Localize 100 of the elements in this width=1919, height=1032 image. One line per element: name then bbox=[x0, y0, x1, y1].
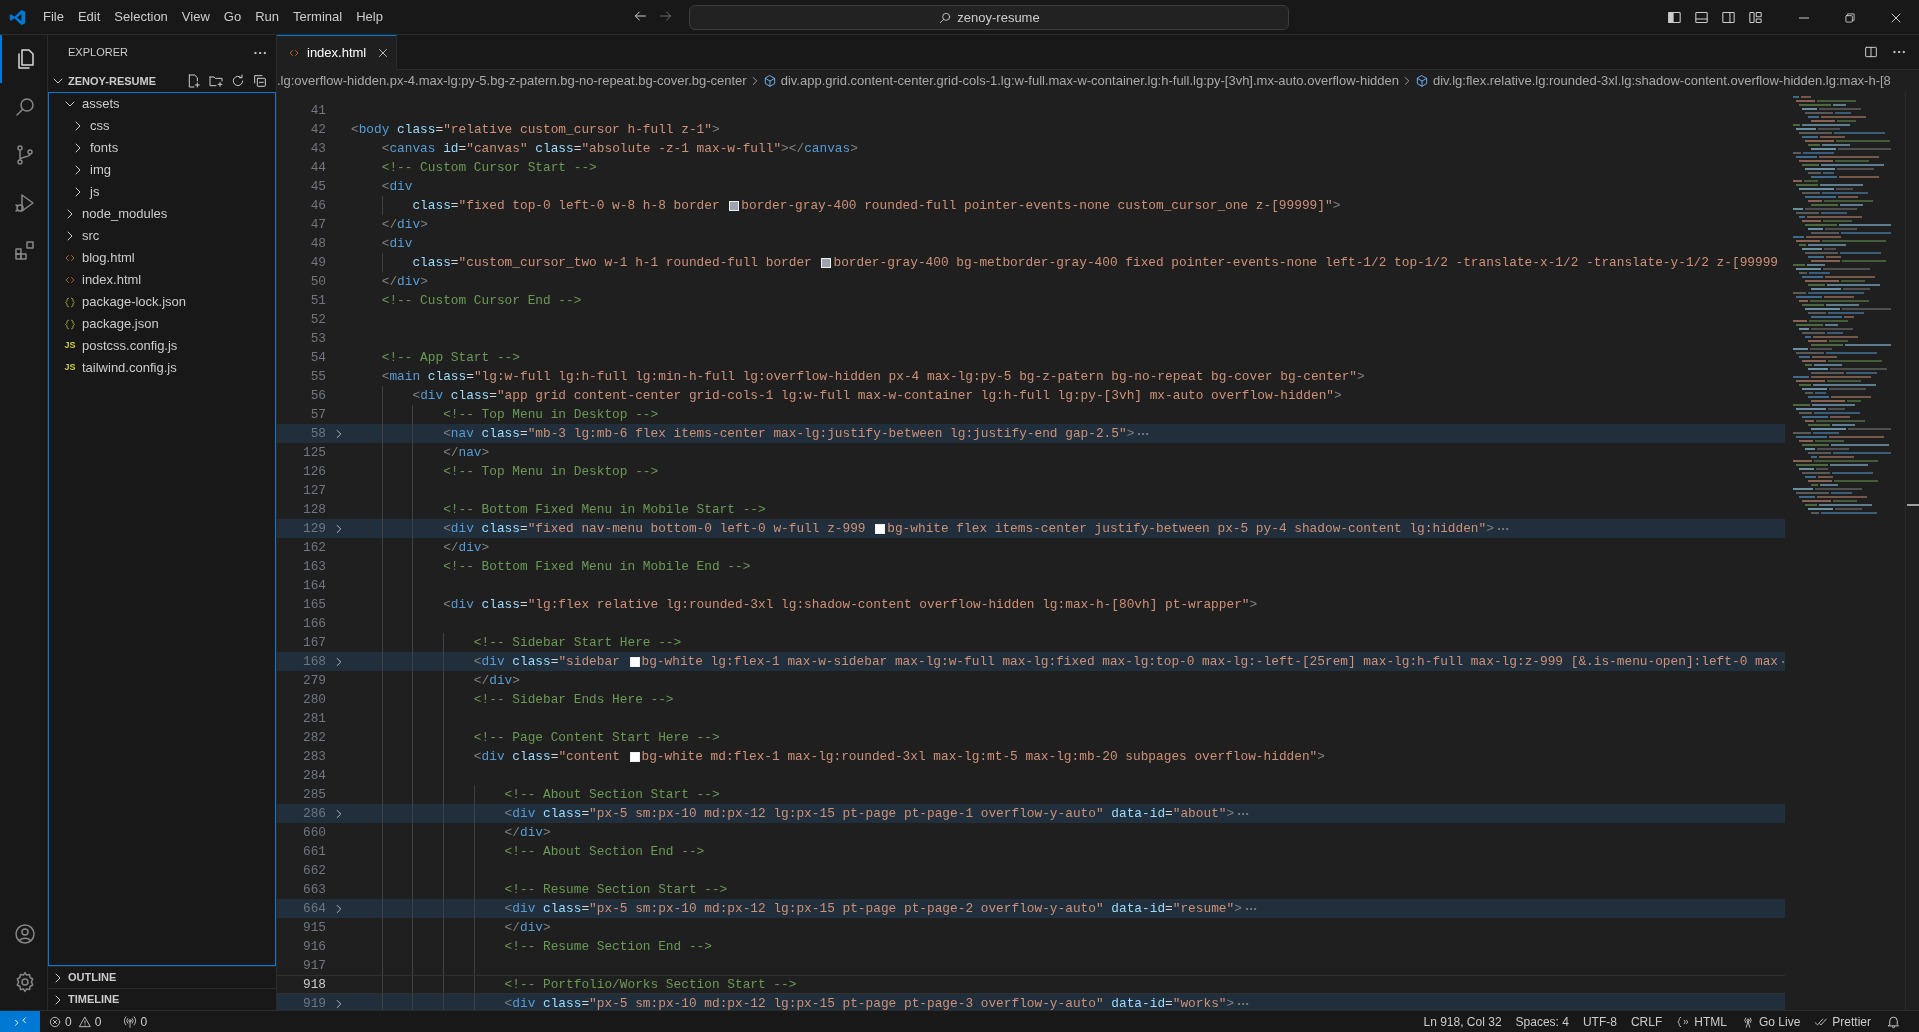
color-swatch[interactable] bbox=[875, 523, 886, 534]
color-swatch[interactable] bbox=[729, 200, 740, 211]
collapse-all-icon[interactable] bbox=[252, 73, 268, 89]
code-text: <!-- Sidebar Ends Here --> bbox=[472, 690, 674, 709]
code-text: <main class="lg:w-full lg:h-full lg:min-h-full lg:overflow-hidden px-4 max-lg:py-5 bg-z-patern bg-no-repeat bg-cover bg-center"> bbox=[380, 367, 1365, 386]
editor-tab[interactable]: index.html bbox=[277, 35, 398, 70]
notifications-icon[interactable] bbox=[1886, 1014, 1901, 1029]
line-number: 285 bbox=[301, 785, 326, 804]
braces-file-icon bbox=[62, 317, 78, 331]
toggle-panel-icon[interactable] bbox=[1693, 9, 1710, 26]
status-item[interactable]: UTF-8 bbox=[1575, 1011, 1624, 1032]
tree-item[interactable]: JS tailwind.config.js bbox=[49, 357, 275, 379]
tree-item[interactable]: src bbox=[49, 225, 275, 247]
remote-icon bbox=[12, 1014, 28, 1029]
new-file-icon[interactable] bbox=[186, 73, 202, 89]
restore-icon[interactable] bbox=[1843, 10, 1857, 25]
code-text: <!-- Sidebar Start Here --> bbox=[472, 633, 682, 652]
line-number: 58 bbox=[309, 424, 326, 443]
cube-icon bbox=[1414, 74, 1429, 88]
line-number: 918 bbox=[301, 975, 326, 994]
code-text: <div class="sidebar bbox=[472, 652, 621, 671]
line-number: 279 bbox=[301, 671, 326, 690]
extensions-icon[interactable] bbox=[13, 239, 37, 263]
tree-item[interactable]: assets bbox=[49, 93, 275, 115]
file-type-label: JS bbox=[63, 339, 77, 353]
customize-layout-icon[interactable] bbox=[1747, 9, 1764, 26]
go-live-button[interactable]: Go Live bbox=[1733, 1011, 1808, 1032]
code-text: <div class="app grid content-center grid-cols-1 lg:w-full max-w-container lg:h-full lg:py-[3vh] mx-auto overflow-hidden"> bbox=[411, 386, 1342, 405]
tree-item[interactable]: JS postcss.config.js bbox=[49, 335, 275, 357]
ports-button[interactable]: 0 bbox=[115, 1011, 156, 1032]
tree-item[interactable]: index.html bbox=[49, 269, 275, 291]
tree-item[interactable]: img bbox=[49, 159, 275, 181]
color-swatch[interactable] bbox=[629, 656, 640, 667]
tree-item[interactable]: package.json bbox=[49, 313, 275, 335]
line-number: 919 bbox=[301, 994, 326, 1010]
tree-item[interactable]: fonts bbox=[49, 137, 275, 159]
account-icon[interactable] bbox=[13, 922, 37, 946]
line-number: 55 bbox=[309, 367, 326, 386]
line-number: 282 bbox=[301, 728, 326, 747]
line-number: 45 bbox=[309, 177, 326, 196]
code-text: <!-- Custom Cursor End --> bbox=[380, 291, 582, 310]
menu-item[interactable]: Terminal bbox=[286, 5, 350, 29]
menu-item[interactable]: Go bbox=[216, 5, 249, 29]
cursor-position[interactable]: Ln 918, Col 32 bbox=[1416, 1011, 1509, 1032]
scrollbar[interactable] bbox=[1905, 92, 1919, 1010]
menu-item[interactable]: View bbox=[174, 5, 217, 29]
panel-header[interactable]: OUTLINE bbox=[48, 966, 276, 988]
menu-item[interactable]: Edit bbox=[70, 5, 108, 29]
tree-item[interactable]: node_modules bbox=[49, 203, 275, 225]
line-number: 48 bbox=[309, 234, 326, 253]
line-number: 280 bbox=[301, 690, 326, 709]
split-editor-icon[interactable] bbox=[1863, 44, 1879, 60]
status-item[interactable]: Spaces: 4 bbox=[1508, 1011, 1576, 1032]
line-number: 42 bbox=[309, 120, 326, 139]
menu-item[interactable]: Help bbox=[349, 5, 390, 29]
code-text: bg-white md:flex-1 max-lg:rounded-3xl max-lg:mt-5 max-lg:mb-20 subpages overflow-hidden"> bbox=[641, 747, 1325, 766]
line-number: 286 bbox=[301, 804, 326, 823]
new-folder-icon[interactable] bbox=[208, 73, 224, 89]
cube-icon bbox=[762, 74, 777, 88]
toggle-sidebar-icon[interactable] bbox=[1666, 9, 1683, 26]
line-number: 166 bbox=[301, 614, 326, 633]
menu-item[interactable]: File bbox=[36, 5, 71, 29]
line-number: 46 bbox=[309, 196, 326, 215]
line-number: 660 bbox=[301, 823, 326, 842]
breadcrumb-item[interactable]: div.app.grid.content-center.grid-cols-1.lg:w-full.max-w-container.lg:h-full.lg:py-[3vh].mx-auto.overflow-hidden bbox=[780, 71, 1399, 91]
code-text: <!-- Portfolio/Works Section Start --> bbox=[503, 975, 797, 994]
tree-item[interactable]: css bbox=[49, 115, 275, 137]
status-item[interactable]: CRLF bbox=[1623, 1011, 1670, 1032]
problems-button[interactable]: 0 0 bbox=[40, 1011, 110, 1032]
code-text: <canvas id="canvas" class="absolute -z-1 max-w-full"></canvas> bbox=[380, 139, 858, 158]
code-text: <nav class="mb-3 lg:mb-6 flex items-center max-lg:justify-between lg:justify-end gap-2.5"> bbox=[442, 424, 1135, 443]
tree-item[interactable]: js bbox=[49, 181, 275, 203]
search-icon[interactable] bbox=[13, 95, 37, 119]
code-text: <!-- About Section Start --> bbox=[503, 785, 720, 804]
code-text: <!-- About Section End --> bbox=[503, 842, 705, 861]
color-swatch[interactable] bbox=[629, 751, 640, 762]
search-icon bbox=[938, 10, 953, 25]
line-number: 162 bbox=[301, 538, 326, 557]
line-number: 917 bbox=[301, 956, 326, 975]
menu-item[interactable]: Run bbox=[248, 5, 286, 29]
code-text: <div class="content bbox=[472, 747, 621, 766]
line-number: 53 bbox=[309, 329, 326, 348]
color-swatch[interactable] bbox=[821, 257, 832, 268]
menu-item[interactable]: Selection bbox=[107, 5, 175, 29]
toggle-secondary-sidebar-icon[interactable] bbox=[1720, 9, 1737, 26]
language-status[interactable]: HTML bbox=[1669, 1011, 1734, 1032]
tree-item[interactable]: package-lock.json bbox=[49, 291, 275, 313]
breadcrumb-item[interactable]: .lg:overflow-hidden.px-4.max-lg:py-5.bg-z-patern.bg-no-repeat.bg-cover.bg-center bbox=[277, 71, 747, 91]
run-debug-icon[interactable] bbox=[13, 191, 37, 215]
breadcrumb-item[interactable]: div.lg:flex.relative.lg:rounded-3xl.lg:shadow-content.overflow-hidden.lg:max-h-[8 bbox=[1432, 71, 1891, 91]
prettier-status[interactable]: Prettier bbox=[1807, 1011, 1878, 1032]
code-text: <!-- Bottom Fixed Menu in Mobile Start --> bbox=[442, 500, 766, 519]
line-number: 125 bbox=[301, 443, 326, 462]
refresh-icon[interactable] bbox=[230, 73, 246, 89]
section-title[interactable]: ZENOY-RESUME bbox=[68, 72, 180, 90]
code-text: <body class="relative custom_cursor h-full z-1"> bbox=[351, 120, 720, 139]
tree-item[interactable]: blog.html bbox=[49, 247, 275, 269]
line-number: 56 bbox=[309, 386, 326, 405]
command-center[interactable]: zenoy-resume bbox=[689, 5, 1289, 30]
code-text: <!-- Resume Section End --> bbox=[503, 937, 712, 956]
